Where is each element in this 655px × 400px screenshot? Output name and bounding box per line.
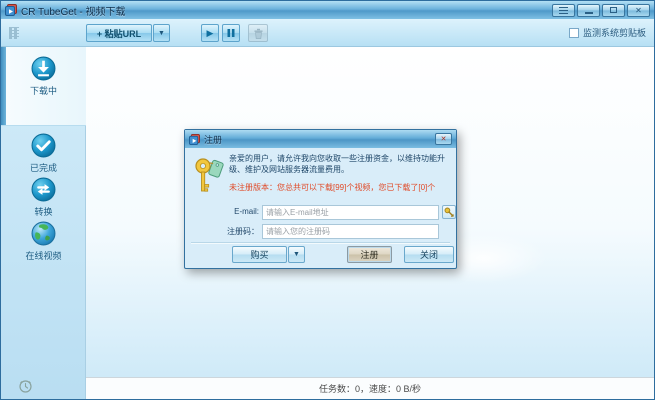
clipboard-monitor-checkbox[interactable]: 监测系统剪贴板 bbox=[569, 26, 646, 39]
titlebar[interactable]: CR TubeGet - 视频下载 ✕ bbox=[1, 1, 654, 19]
maximize-button[interactable] bbox=[602, 4, 625, 17]
pause-icon bbox=[226, 28, 236, 38]
toolbar-grip[interactable] bbox=[9, 27, 19, 39]
dialog-close-action-button[interactable]: 关闭 bbox=[404, 246, 454, 263]
buy-button[interactable]: 购买 bbox=[232, 246, 287, 263]
unregistered-warning: 未注册版本：您总共可以下载[99]个视频，您已下载了[0]个 bbox=[229, 182, 453, 193]
trash-icon bbox=[253, 28, 264, 39]
buy-button-label: 购买 bbox=[250, 248, 268, 261]
check-icon bbox=[31, 133, 56, 158]
window-controls: ✕ bbox=[552, 4, 650, 17]
dialog-close-button[interactable]: ✕ bbox=[435, 133, 452, 145]
menu-button[interactable] bbox=[552, 4, 575, 17]
status-bar: 任务数：0，速度：0 B/秒 bbox=[86, 377, 654, 399]
paste-url-label: + 粘贴URL bbox=[97, 27, 141, 40]
regcode-input[interactable] bbox=[262, 224, 439, 239]
close-button-label: 关闭 bbox=[420, 248, 438, 261]
email-input[interactable] bbox=[262, 205, 439, 220]
sidebar-item-convert[interactable]: 转换 bbox=[1, 177, 86, 221]
status-text: 任务数：0，速度：0 B/秒 bbox=[319, 382, 421, 395]
dialog-title: 注册 bbox=[204, 133, 222, 146]
sidebar: 下载中 已完成 转换 bbox=[1, 47, 86, 399]
dialog-titlebar[interactable]: 注册 ✕ bbox=[185, 130, 456, 148]
menu-icon bbox=[559, 7, 568, 14]
register-message: 亲爱的用户，请允许我向您收取一些注册资金，以维持功能升级、维护及网站服务器流量费… bbox=[229, 153, 453, 175]
globe-icon bbox=[31, 221, 56, 246]
dialog-separator bbox=[191, 242, 450, 244]
scheduler-clock-icon[interactable] bbox=[19, 380, 32, 393]
dialog-app-icon bbox=[189, 134, 200, 145]
app-window: CR TubeGet - 视频下载 ✕ + 粘贴URL ▼ ▶ bbox=[0, 0, 655, 400]
toolbar: + 粘贴URL ▼ ▶ 监测系统剪贴板 bbox=[1, 19, 654, 47]
close-icon: ✕ bbox=[441, 135, 447, 143]
register-dialog: 注册 ✕ 亲爱的用户，请允许我向您收取一些注册资金，以维持功能升级、维护及网站服… bbox=[184, 129, 457, 269]
buy-dropdown-button[interactable]: ▼ bbox=[288, 246, 305, 263]
close-button[interactable]: ✕ bbox=[627, 4, 650, 17]
start-download-button[interactable]: ▶ bbox=[201, 24, 219, 42]
download-icon bbox=[31, 56, 56, 81]
sidebar-item-downloading[interactable]: 下载中 bbox=[1, 47, 86, 126]
window-title: CR TubeGet - 视频下载 bbox=[21, 3, 125, 18]
pause-download-button[interactable] bbox=[222, 24, 240, 42]
maximize-icon bbox=[610, 7, 617, 13]
minimize-icon bbox=[585, 12, 593, 14]
sidebar-item-completed[interactable]: 已完成 bbox=[1, 133, 86, 177]
sidebar-item-label: 下载中 bbox=[30, 84, 57, 97]
sidebar-item-label: 已完成 bbox=[30, 161, 57, 174]
retrieve-code-button[interactable] bbox=[442, 205, 456, 219]
play-icon: ▶ bbox=[207, 28, 214, 39]
checkbox-icon[interactable] bbox=[569, 28, 579, 38]
email-label: E-mail: bbox=[193, 207, 259, 216]
paste-url-dropdown-button[interactable]: ▼ bbox=[153, 24, 170, 42]
regcode-label: 注册码： bbox=[193, 226, 259, 237]
chevron-down-icon: ▼ bbox=[158, 30, 165, 37]
sidebar-item-label: 在线视频 bbox=[25, 249, 61, 262]
paste-url-button[interactable]: + 粘贴URL bbox=[86, 24, 152, 42]
chevron-down-icon: ▼ bbox=[293, 251, 300, 258]
minimize-button[interactable] bbox=[577, 4, 600, 17]
convert-icon bbox=[31, 177, 56, 202]
app-icon bbox=[5, 4, 17, 16]
clipboard-monitor-label: 监测系统剪贴板 bbox=[583, 26, 646, 39]
register-button[interactable]: 注册 bbox=[347, 246, 392, 263]
key-icon bbox=[444, 207, 455, 218]
sidebar-item-online-video[interactable]: 在线视频 bbox=[1, 221, 86, 267]
register-button-label: 注册 bbox=[360, 248, 378, 261]
close-icon: ✕ bbox=[635, 6, 642, 15]
sidebar-item-label: 转换 bbox=[34, 205, 52, 218]
delete-task-button[interactable] bbox=[248, 24, 268, 42]
key-illustration bbox=[194, 155, 225, 197]
